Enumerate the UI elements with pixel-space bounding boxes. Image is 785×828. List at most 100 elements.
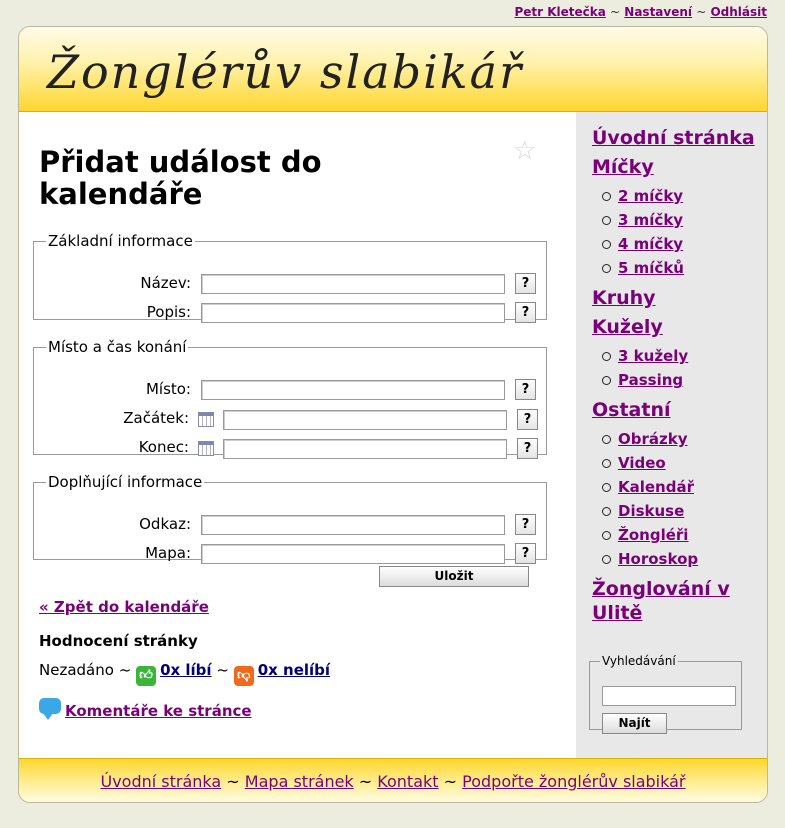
footer-contact-link[interactable]: Kontakt	[377, 772, 438, 791]
nav-link[interactable]: Obrázky	[618, 430, 688, 448]
place-label: Místo:	[145, 380, 191, 398]
nav-item: Obrázky	[602, 427, 762, 451]
search-legend: Vyhledávání	[602, 654, 676, 668]
comments-link[interactable]: Komentáře ke stránce	[39, 698, 252, 720]
nav-link[interactable]: 2 míčky	[618, 187, 683, 205]
save-button[interactable]: Uložit	[379, 566, 529, 587]
nav-item: 5 míčků	[602, 256, 762, 280]
map-input[interactable]	[201, 544, 505, 564]
separator: ~	[118, 661, 132, 679]
place-time-fieldset: Místo a čas konání Místo: ? Začátek: ? K…	[33, 338, 547, 459]
name-label: Název:	[140, 274, 191, 292]
extra-info-fieldset: Doplňující informace Odkaz: ? Mapa: ?	[33, 473, 547, 564]
search-box: Vyhledávání Najít	[589, 654, 742, 734]
separator: ~	[696, 5, 707, 19]
balls-submenu: 2 míčky 3 míčky 4 míčky 5 míčků	[592, 184, 762, 280]
nav-item: Žongléři	[602, 523, 762, 547]
user-bar: Petr Kletečka ~ Nastavení ~ Odhlásit	[514, 5, 767, 19]
like-count: 0x líbí	[160, 661, 212, 679]
sidebar: Úvodní stránka Míčky 2 míčky 3 míčky 4 m…	[576, 112, 767, 758]
start-input[interactable]	[223, 410, 507, 430]
separator: ~	[226, 772, 240, 791]
end-input[interactable]	[223, 439, 507, 459]
end-help-button[interactable]: ?	[517, 438, 538, 459]
nav-ulite[interactable]: Žonglování v Ulitě	[592, 577, 762, 625]
description-input[interactable]	[201, 303, 505, 323]
map-label: Mapa:	[145, 544, 191, 562]
thumbs-up-icon: 👍︎	[136, 666, 157, 686]
page-frame: Žonglérův slabikář ☆ Přidat událost do k…	[18, 26, 768, 803]
search-input[interactable]	[602, 686, 736, 706]
comments-label: Komentáře ke stránce	[65, 702, 252, 720]
nav-link[interactable]: Horoskop	[618, 550, 698, 568]
rating-line: Nezadáno ~ 👍︎ 0x líbí ~ 👎︎ 0x nelíbí	[39, 661, 330, 686]
place-input[interactable]	[201, 380, 505, 400]
footer-support-link[interactable]: Podpořte žonglérův slabikář	[462, 772, 685, 791]
page-title: Přidat událost do kalendáře	[39, 145, 322, 211]
back-to-calendar-link[interactable]: « Zpět do kalendáře	[39, 598, 209, 616]
nav-link[interactable]: 5 míčků	[618, 259, 684, 277]
basic-info-fieldset: Základní informace Název: ? Popis: ?	[33, 232, 547, 323]
nav-link[interactable]: 3 kužely	[618, 347, 688, 365]
calendar-icon[interactable]	[198, 441, 214, 456]
clubs-submenu: 3 kužely Passing	[592, 344, 762, 392]
link-help-button[interactable]: ?	[515, 514, 536, 535]
name-help-button[interactable]: ?	[515, 273, 536, 294]
footer-sitemap-link[interactable]: Mapa stránek	[245, 772, 354, 791]
other-submenu: Obrázky Video Kalendář Diskuse Žongléři …	[592, 427, 762, 571]
fieldset-legend: Základní informace	[48, 232, 193, 250]
logout-link[interactable]: Odhlásit	[710, 5, 767, 19]
rating-status: Nezadáno	[39, 661, 114, 679]
start-help-button[interactable]: ?	[517, 409, 538, 430]
settings-link[interactable]: Nastavení	[624, 5, 692, 19]
map-help-button[interactable]: ?	[515, 543, 536, 564]
nav-link[interactable]: Diskuse	[618, 502, 684, 520]
main-content: ☆ Přidat událost do kalendáře Základní i…	[19, 112, 576, 758]
nav-link[interactable]: Žongléři	[618, 526, 688, 544]
start-label: Začátek:	[123, 409, 189, 427]
link-input[interactable]	[201, 515, 505, 535]
nav-link[interactable]: Passing	[618, 371, 683, 389]
dislike-count: 0x nelíbí	[257, 661, 331, 679]
separator: ~	[358, 772, 373, 791]
separator: ~	[216, 661, 229, 679]
sidebar-nav: Úvodní stránka Míčky 2 míčky 3 míčky 4 m…	[592, 126, 762, 630]
nav-link[interactable]: Video	[618, 454, 666, 472]
calendar-icon[interactable]	[198, 412, 214, 427]
nav-item: Kalendář	[602, 475, 762, 499]
nav-balls[interactable]: Míčky	[592, 155, 762, 179]
nav-link[interactable]: 4 míčky	[618, 235, 683, 253]
thumbs-down-icon: 👎︎	[233, 666, 254, 686]
nav-link[interactable]: 3 míčky	[618, 211, 683, 229]
dislike-link[interactable]: 👎︎ 0x nelíbí	[233, 661, 331, 686]
nav-clubs[interactable]: Kužely	[592, 315, 762, 339]
site-header: Žonglérův slabikář	[19, 27, 767, 112]
nav-other[interactable]: Ostatní	[592, 398, 762, 422]
nav-item: 3 míčky	[602, 208, 762, 232]
rating-title: Hodnocení stránky	[39, 632, 198, 650]
nav-rings[interactable]: Kruhy	[592, 286, 762, 310]
site-footer: Úvodní stránka ~ Mapa stránek ~ Kontakt …	[19, 758, 767, 802]
fieldset-legend: Místo a čas konání	[48, 338, 187, 356]
nav-item: 2 míčky	[602, 184, 762, 208]
user-profile-link[interactable]: Petr Kletečka	[514, 5, 605, 19]
speech-bubble-icon	[39, 698, 61, 720]
name-input[interactable]	[201, 274, 505, 294]
nav-item: Diskuse	[602, 499, 762, 523]
description-help-button[interactable]: ?	[515, 302, 536, 323]
nav-item: 4 míčky	[602, 232, 762, 256]
favorite-star-icon[interactable]: ☆	[513, 136, 536, 166]
link-label: Odkaz:	[139, 515, 191, 533]
separator: ~	[443, 772, 458, 791]
search-button[interactable]: Najít	[602, 713, 667, 734]
nav-item: Video	[602, 451, 762, 475]
nav-home[interactable]: Úvodní stránka	[592, 126, 762, 150]
site-logo[interactable]: Žonglérův slabikář	[47, 45, 523, 99]
nav-item: 3 kužely	[602, 344, 762, 368]
footer-home-link[interactable]: Úvodní stránka	[100, 772, 221, 791]
place-help-button[interactable]: ?	[515, 379, 536, 400]
like-link[interactable]: 👍︎ 0x líbí	[136, 661, 212, 686]
end-label: Konec:	[138, 438, 189, 456]
fieldset-legend: Doplňující informace	[48, 473, 203, 491]
nav-link[interactable]: Kalendář	[618, 478, 694, 496]
